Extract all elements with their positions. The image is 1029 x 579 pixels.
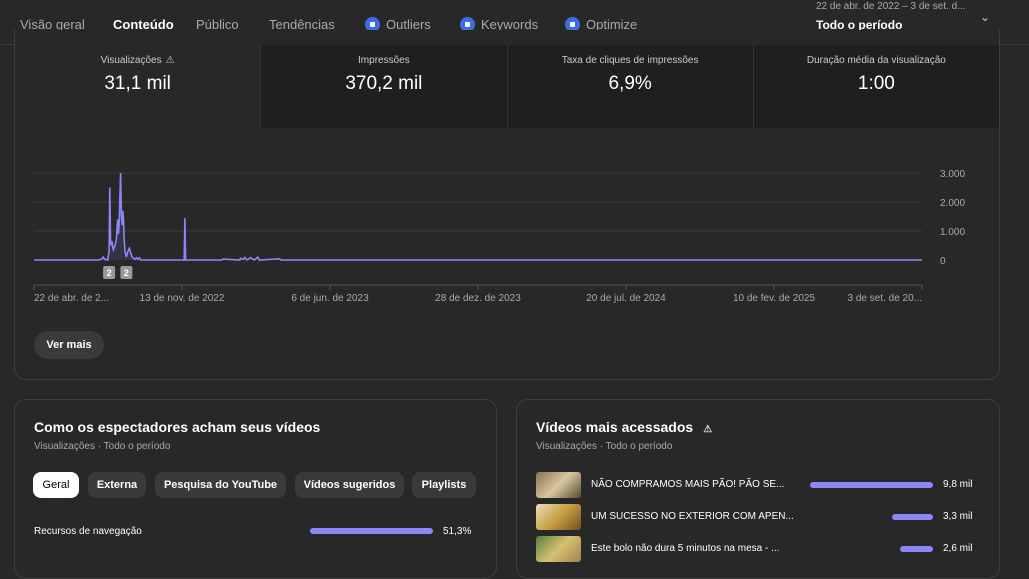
video-views: 9,8 mil xyxy=(943,479,973,490)
metric-value: 6,9% xyxy=(608,73,652,94)
traffic-row-bar xyxy=(310,528,433,534)
metric-avg-duration[interactable]: Duração média da visualização 1:00 xyxy=(752,45,999,128)
chip-external[interactable]: Externa xyxy=(88,472,146,498)
y-tick-label: 3.000 xyxy=(940,169,965,180)
metric-value: 31,1 mil xyxy=(104,73,171,94)
traffic-row-value: 51,3% xyxy=(443,526,472,537)
metric-label: Visualizações xyxy=(100,55,162,66)
x-tick-label: 20 de jul. de 2024 xyxy=(586,293,666,304)
video-views: 2,6 mil xyxy=(943,543,973,554)
y-tick-label: 0 xyxy=(940,256,946,267)
metric-ctr[interactable]: Taxa de cliques de impressões 6,9% xyxy=(506,45,753,128)
traffic-title: Como os espectadores acham seus vídeos xyxy=(34,419,321,435)
x-tick-label: 6 de jun. de 2023 xyxy=(291,293,369,304)
metric-views[interactable]: Visualizações ⚠ 31,1 mil xyxy=(15,45,261,128)
warning-icon: ⚠ xyxy=(165,55,175,66)
y-tick-label: 1.000 xyxy=(940,227,965,238)
video-title[interactable]: UM SUCESSO NO EXTERIOR COM APEN... xyxy=(591,511,794,522)
metric-label: Duração média da visualização xyxy=(806,55,946,66)
video-views-bar xyxy=(892,514,933,520)
x-tick-label: 28 de dez. de 2023 xyxy=(435,293,521,304)
top-videos-subtitle: Visualizações · Todo o período xyxy=(536,441,673,452)
period-range: 22 de abr. de 2022 – 3 de set. d... xyxy=(816,1,966,12)
x-tick-label: 10 de fev. de 2025 xyxy=(733,293,816,304)
metric-label: Taxa de cliques de impressões xyxy=(561,55,699,66)
video-thumbnail[interactable] xyxy=(536,472,581,498)
traffic-subtitle: Visualizações · Todo o período xyxy=(34,441,171,452)
metric-label: Impressões xyxy=(358,55,410,66)
metric-impressions[interactable]: Impressões 370,2 mil xyxy=(260,45,507,128)
video-title[interactable]: NÃO COMPRAMOS MAIS PÃO! PÃO SE... xyxy=(591,479,784,490)
metric-value: 370,2 mil xyxy=(345,73,423,94)
annotation-marker-label: 2 xyxy=(107,268,112,278)
video-title[interactable]: Este bolo não dura 5 minutos na mesa - .… xyxy=(591,543,779,554)
top-videos-title: Vídeos mais acessados xyxy=(536,419,694,435)
chip-suggested-videos[interactable]: Vídeos sugeridos xyxy=(295,472,404,498)
chevron-down-icon[interactable]: ⌄ xyxy=(980,10,990,24)
series-area xyxy=(34,173,922,260)
views-chart[interactable]: 3.000 2.000 1.000 0 2 2 22 de abr. de 2... 13 d… xyxy=(0,150,1000,310)
video-views: 3,3 mil xyxy=(943,511,973,522)
video-thumbnail[interactable] xyxy=(536,536,581,562)
metric-value: 1:00 xyxy=(857,73,895,94)
period-selector[interactable]: 22 de abr. de 2022 – 3 de set. d... Todo… xyxy=(816,0,966,32)
video-views-bar xyxy=(900,546,933,552)
see-more-button[interactable]: Ver mais xyxy=(34,331,104,359)
chip-playlists[interactable]: Playlists xyxy=(412,472,476,498)
traffic-row-label: Recursos de navegação xyxy=(34,526,142,537)
chip-general[interactable]: Geral xyxy=(33,472,79,498)
video-thumbnail[interactable] xyxy=(536,504,581,530)
annotation-marker-label: 2 xyxy=(124,268,129,278)
metric-tabs: Visualizações ⚠ 31,1 mil Impressões 370,2 m… xyxy=(15,45,999,128)
video-views-bar xyxy=(810,482,933,488)
y-tick-label: 2.000 xyxy=(940,198,965,209)
x-tick-label: 3 de set. de 20... xyxy=(848,293,923,304)
chip-youtube-search[interactable]: Pesquisa do YouTube xyxy=(155,472,286,498)
x-tick-label: 22 de abr. de 2... xyxy=(34,293,109,304)
x-tick-label: 13 de nov. de 2022 xyxy=(140,293,225,304)
warning-icon: ⚠ xyxy=(703,424,713,435)
series-line xyxy=(34,172,922,262)
